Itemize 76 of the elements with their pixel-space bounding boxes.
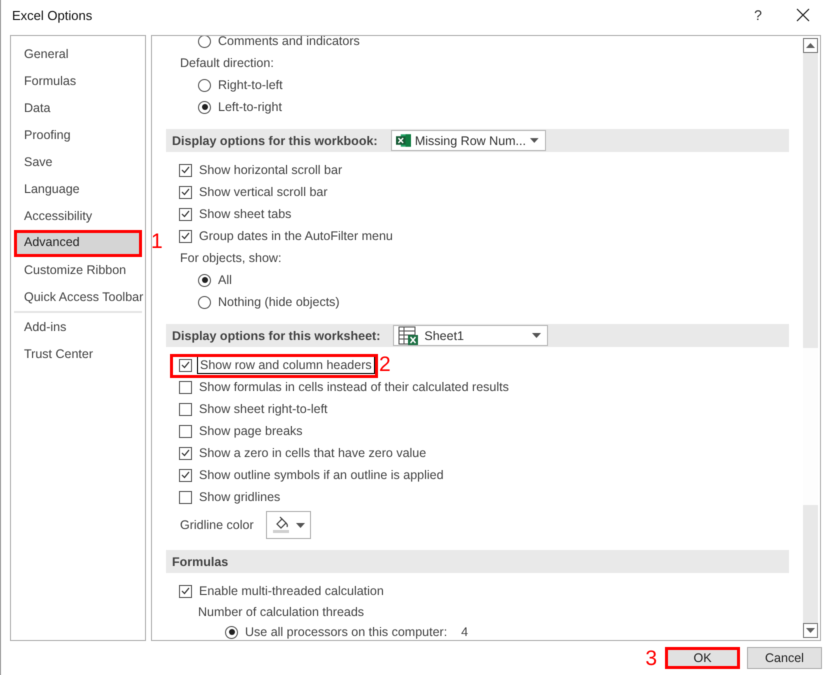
checkbox[interactable] [179,358,192,372]
option-label: Show sheet right-to-left [199,402,328,416]
workbook-icon [396,133,411,148]
option-label: Use all processors on this computer: [245,625,448,639]
option-label: Group dates in the AutoFilter menu [199,229,393,243]
radio-button[interactable] [198,274,211,286]
checkbox[interactable] [179,490,192,504]
dropdown-field[interactable]: Missing Row Num... [390,130,546,151]
sidebar-item[interactable]: Quick Access Toolbar [14,284,142,311]
caret-icon [530,138,539,143]
scrollbar[interactable] [803,38,818,638]
checkbox[interactable] [179,468,192,482]
option-value: 4 [461,625,468,639]
checkbox[interactable] [179,230,192,242]
sidebar-item[interactable]: Customize Ribbon [14,257,142,284]
sidebar-item[interactable]: Save [14,149,142,176]
option-label: Nothing (hide objects) [218,295,340,309]
sidebar-item[interactable]: Language [14,176,142,203]
sidebar-item[interactable]: Data [14,95,142,122]
sidebar-item[interactable]: Add-ins [14,314,142,341]
scroll-up-button[interactable] [803,38,818,53]
group-label: Default direction: [180,56,274,70]
step-number: 1 [151,231,163,252]
option-label: Show gridlines [199,490,280,504]
down-arrow-icon [806,628,815,633]
option-label: Show a zero in cells that have zero value [199,446,426,460]
paint-bucket-icon [272,516,290,534]
sidebar-item[interactable]: Proofing [14,122,142,149]
sidebar-item[interactable]: Accessibility [14,203,142,230]
option-label: All [218,273,232,287]
option-label: Show row and column headers [199,358,373,372]
color-picker-button[interactable] [266,511,311,539]
checkbox[interactable] [179,446,192,460]
checkbox[interactable] [179,186,192,198]
sidebar-item[interactable]: General [14,41,142,68]
option-label: Show page breaks [199,424,303,438]
option-label: Comments and indicators [218,36,360,48]
checkbox[interactable] [179,584,192,598]
group-label: Number of calculation threads [198,605,364,619]
cancel-button[interactable]: Cancel [747,647,822,669]
option-label: Show horizontal scroll bar [199,163,342,177]
window-title: Excel Options [12,8,92,22]
checkbox[interactable] [179,380,192,394]
checkbox[interactable] [179,424,192,438]
checkbox[interactable] [179,402,192,416]
section-title: Formulas [172,554,228,568]
group-label: For objects, show: [180,251,282,265]
sheet-icon [398,326,420,346]
option-label: Show formulas in cells instead of their calculated results [199,380,509,394]
checkbox[interactable] [179,208,192,220]
option-label: Right-to-left [218,78,283,92]
option-label: Enable multi-threaded calculation [199,584,384,598]
step-number: 3 [645,648,657,668]
radio-button[interactable] [198,78,211,92]
radio-button[interactable] [198,100,211,114]
radio-button[interactable] [198,36,211,48]
option-label: Show outline symbols if an outline is applied [199,468,444,482]
section-title: Display options for this worksheet: [172,328,380,342]
ok-button[interactable]: OK [665,647,740,669]
sidebar-item[interactable]: Trust Center [14,341,142,368]
option-label: Left-to-right [218,100,282,114]
step-number: 2 [379,354,391,375]
option-label: Show vertical scroll bar [199,185,328,199]
dropdown-field[interactable]: Sheet1 [393,325,548,346]
caret-icon [532,333,542,338]
up-arrow-icon [806,43,815,48]
scroll-down-button[interactable] [803,623,818,638]
option-label: Gridline color [180,518,254,532]
sidebar-item[interactable]: Formulas [14,68,142,95]
radio-button[interactable] [225,626,238,638]
radio-button[interactable] [198,296,211,308]
section-title: Display options for this workbook: [172,134,378,148]
checkbox[interactable] [179,164,192,176]
help-button[interactable]: ? [748,4,768,26]
caret-icon [296,522,305,528]
option-label: Show sheet tabs [199,207,292,221]
